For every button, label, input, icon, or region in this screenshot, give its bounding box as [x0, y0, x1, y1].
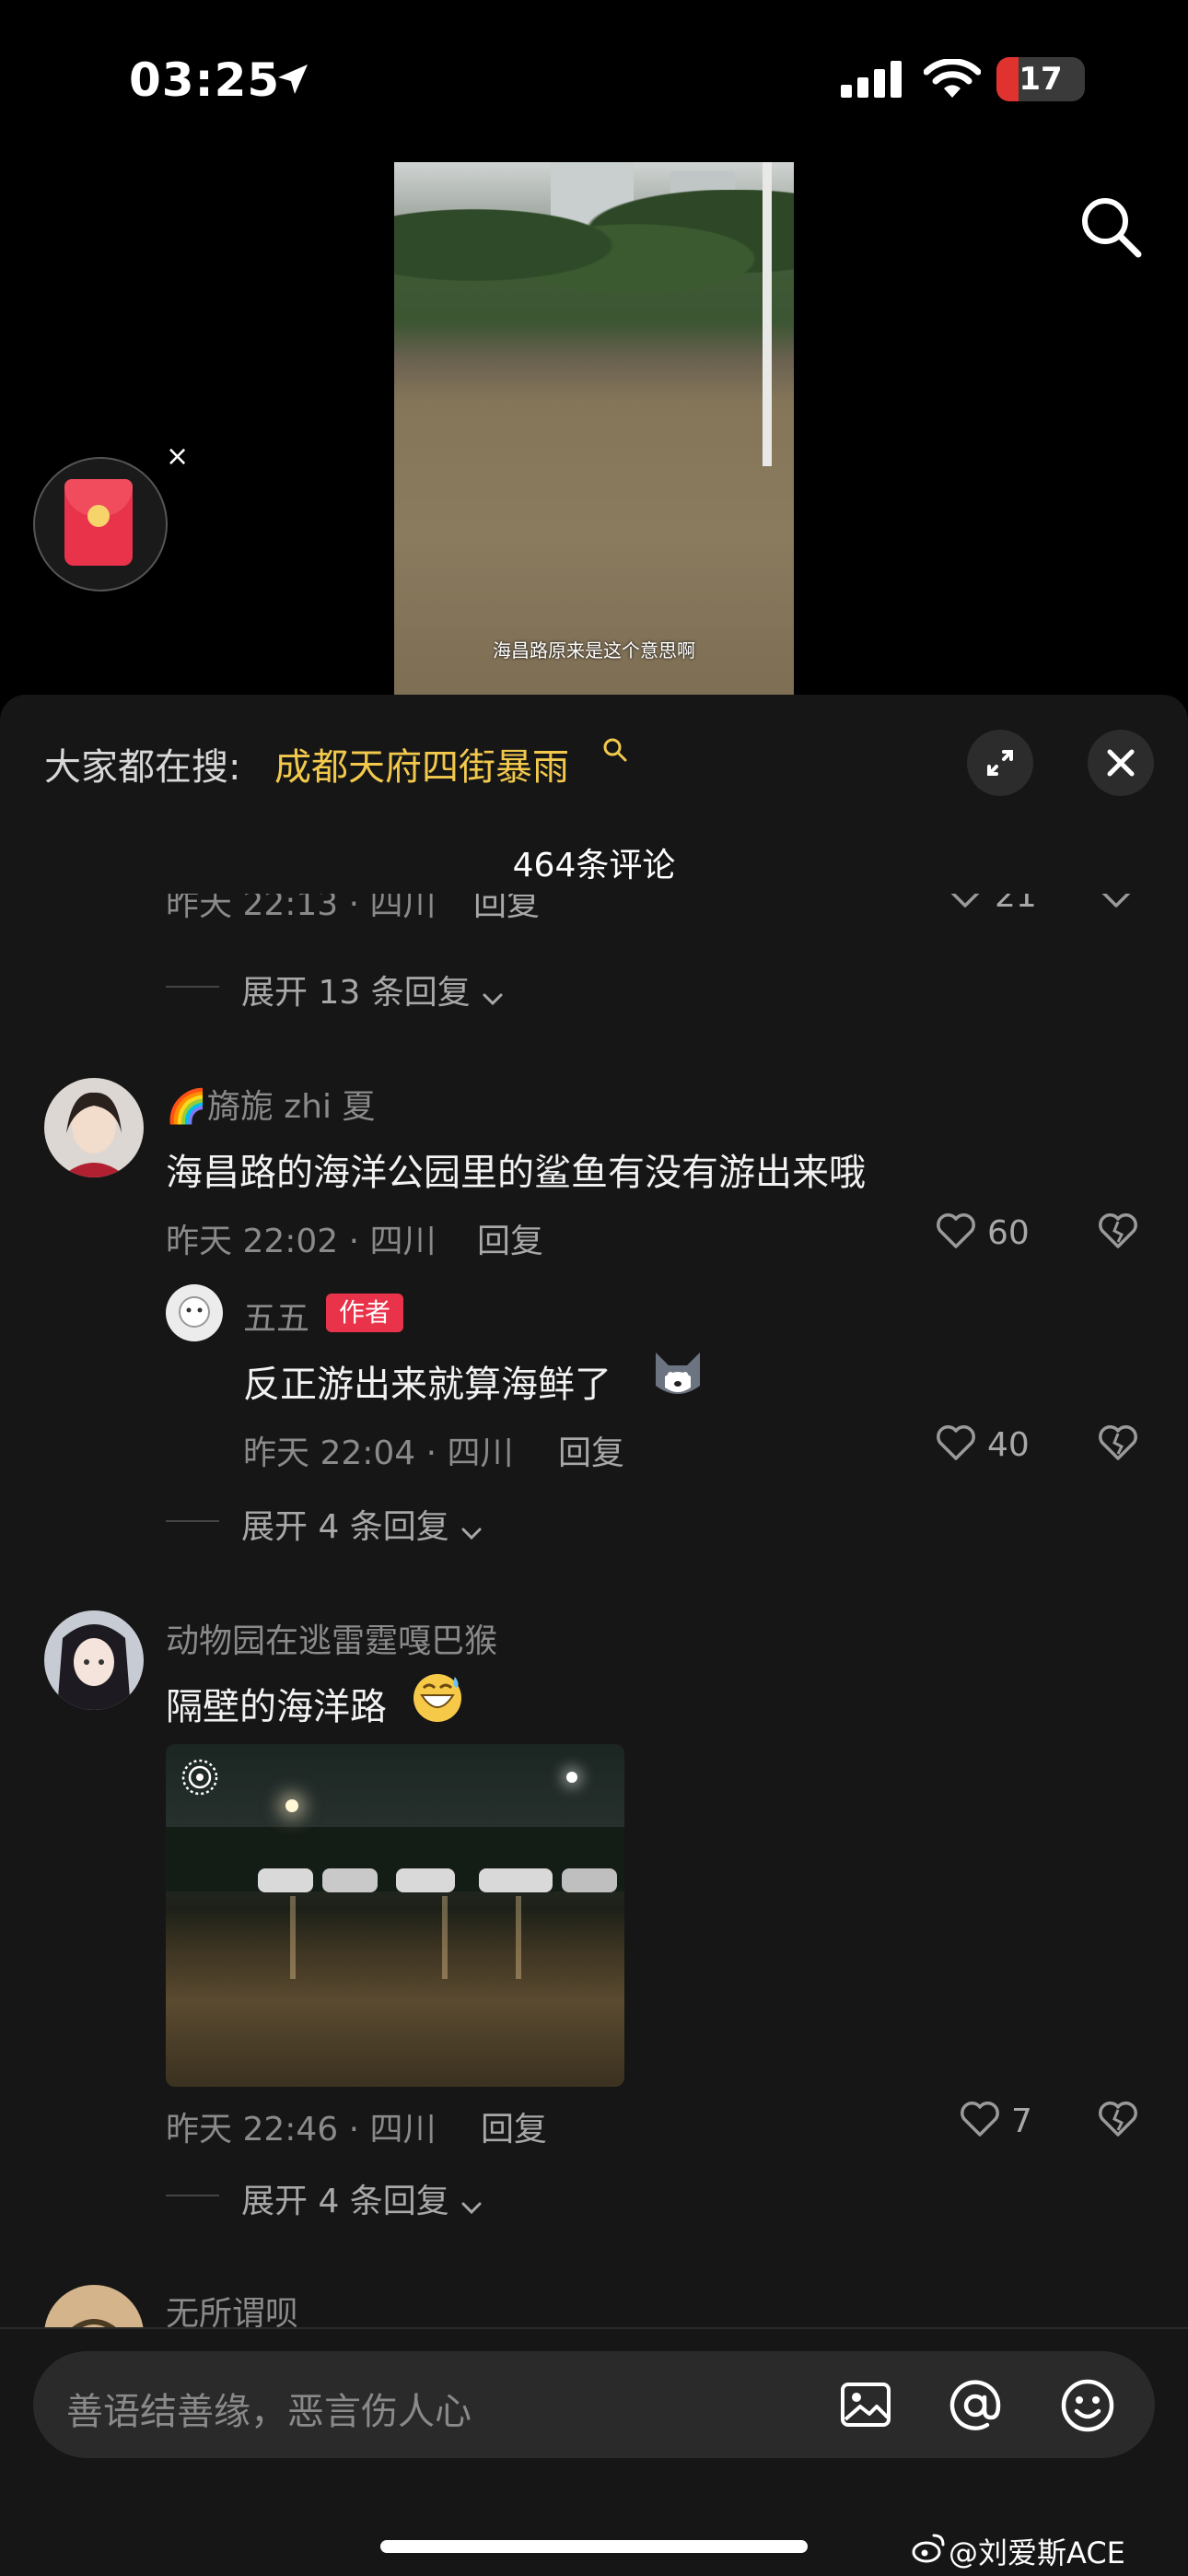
expand-replies-text: 展开 4 条回复: [241, 2183, 449, 2220]
commenter-name[interactable]: 🌈旖旎 zhi 夏: [166, 1080, 375, 1128]
red-envelope-icon: [64, 479, 133, 566]
author-badge: 作者: [326, 1294, 403, 1332]
dislike-icon[interactable]: [1098, 2099, 1138, 2139]
avatar[interactable]: [166, 1284, 223, 1341]
weibo-logo-icon: [912, 2534, 945, 2563]
comment-image[interactable]: [166, 1744, 624, 2087]
battery-tip: [1077, 71, 1085, 88]
clipped-comment-meta: 昨天 22:13 · 四川 回复 21: [166, 894, 1151, 931]
wifi-icon: [924, 59, 981, 98]
search-icon[interactable]: [1077, 193, 1144, 260]
expand-replies-link[interactable]: 展开 4 条回复: [241, 2174, 483, 2222]
close-icon: [1107, 749, 1135, 777]
husky-emoji-icon: [656, 1352, 700, 1394]
sweat-smile-emoji-icon: [413, 1674, 461, 1722]
expand-divider: [166, 986, 219, 988]
like-count: 60: [987, 1214, 1030, 1252]
expand-replies-link[interactable]: 展开 13 条回复: [241, 966, 505, 1013]
expand-divider: [166, 1520, 219, 1522]
battery-level: 17: [1019, 61, 1063, 98]
dislike-icon[interactable]: [1098, 1423, 1138, 1463]
reply-meta: 昨天 22:04 · 四川: [243, 1434, 514, 1472]
reply-button[interactable]: 回复: [477, 1214, 543, 1262]
status-time: 03:25: [129, 53, 281, 107]
comment-text: 海昌路的海洋公园里的鲨鱼有没有游出来哦: [166, 1152, 866, 1194]
trending-search-prefix: 大家都在搜:: [44, 746, 241, 789]
commenter-name[interactable]: 无所谓呗: [166, 2287, 298, 2327]
heart-icon[interactable]: [936, 1423, 976, 1463]
comment-input-placeholder: 善语结善缘，恶言伤人心: [66, 2391, 472, 2433]
comment-count: 464条评论: [512, 847, 676, 884]
reply-button[interactable]: 回复: [558, 1426, 624, 1474]
close-panel-button[interactable]: [1088, 730, 1154, 796]
emoji-picker-icon[interactable]: [1059, 2377, 1116, 2434]
reply-button[interactable]: 回复: [473, 894, 540, 925]
trending-search-term[interactable]: 成都天府四街暴雨: [274, 737, 569, 790]
chevron-down-icon: [461, 2202, 482, 2214]
commenter-name[interactable]: 动物园在逃雷霆嘎巴猴: [166, 1614, 497, 1662]
heart-icon[interactable]: [960, 2099, 1000, 2139]
input-divider: [0, 2327, 1188, 2329]
mention-icon[interactable]: [947, 2377, 1004, 2434]
cellular-signal-icon: [841, 61, 902, 98]
live-photo-icon: [181, 1759, 218, 1796]
like-count: 21: [995, 894, 1037, 915]
reply-button[interactable]: 回复: [481, 2102, 547, 2150]
video-caption: 海昌路原来是这个意思啊: [493, 639, 695, 662]
expand-divider: [166, 2195, 219, 2196]
search-small-icon: [603, 738, 627, 762]
comment-meta: 昨天 22:46 · 四川: [166, 2111, 437, 2149]
reply-author-name[interactable]: 五五: [243, 1292, 309, 1340]
heart-icon[interactable]: [936, 1211, 976, 1251]
dislike-icon[interactable]: [1098, 1211, 1138, 1251]
comment-text: 隔壁的海洋路: [166, 1686, 387, 1728]
comment-meta: 昨天 22:13 · 四川: [166, 894, 437, 923]
location-arrow-icon: [278, 64, 308, 94]
avatar[interactable]: [44, 2285, 144, 2327]
heart-icon[interactable]: [945, 894, 985, 910]
expand-replies-text: 展开 13 条回复: [241, 974, 471, 1012]
video-player[interactable]: [394, 162, 794, 697]
like-count: 40: [987, 1426, 1030, 1464]
avatar[interactable]: [44, 1078, 144, 1177]
expand-replies-link[interactable]: 展开 4 条回复: [241, 1500, 483, 1548]
expand-replies-text: 展开 4 条回复: [241, 1508, 449, 1546]
battery-indicator: 17: [996, 57, 1085, 101]
expand-icon: [987, 750, 1013, 776]
avatar[interactable]: [44, 1610, 144, 1710]
comment-meta: 昨天 22:02 · 四川: [166, 1223, 437, 1260]
chevron-down-icon: [461, 1528, 482, 1540]
like-count: 7: [1011, 2102, 1032, 2140]
expand-panel-button[interactable]: [967, 730, 1033, 796]
chevron-down-icon: [483, 993, 503, 1005]
reply-text: 反正游出来就算海鲜了: [243, 1364, 611, 1406]
home-indicator[interactable]: [380, 2540, 808, 2553]
dislike-icon[interactable]: [1096, 894, 1136, 910]
watermark: @刘爱斯ACE: [949, 2535, 1125, 2570]
image-picker-icon[interactable]: [838, 2377, 893, 2432]
red-packet-close-button[interactable]: ×: [166, 440, 189, 473]
